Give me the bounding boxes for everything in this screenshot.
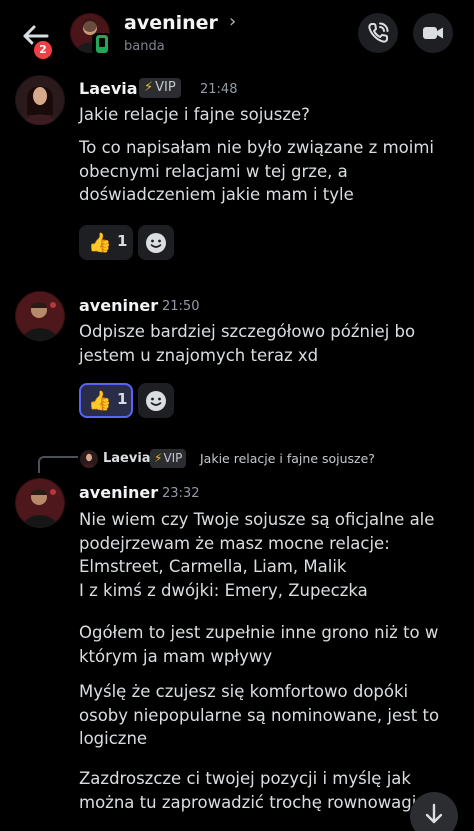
channel-title[interactable]: aveniner <box>124 12 218 34</box>
message-text: Zazdroszcze ci twojej pozycji i myślę ja… <box>79 769 417 812</box>
reply-connector <box>38 456 78 473</box>
vip-badge-label: VIP <box>155 80 176 95</box>
emoji-smile-icon <box>146 391 166 411</box>
message-author[interactable]: aveniner <box>79 483 158 502</box>
message-text: Ogółem to jest zupełnie inne grono niż t… <box>79 623 439 666</box>
chat-header: 2 aveniner › banda <box>0 0 474 70</box>
reply-vip-badge: ⚡VIP <box>150 449 187 468</box>
thumbs-up-icon: 👍 <box>88 390 112 412</box>
reaction-button-selected[interactable]: 👍 1 <box>79 383 133 418</box>
message-text: Jakie relacje i fajne sojusze? <box>79 105 310 124</box>
reaction-count: 1 <box>117 390 128 408</box>
phone-call-icon <box>368 22 389 43</box>
message-avatar[interactable] <box>15 291 65 341</box>
emoji-smile-icon <box>146 233 166 253</box>
message-timestamp: 21:48 <box>200 82 238 97</box>
message-timestamp: 21:50 <box>162 299 200 314</box>
thumbs-up-icon: 👍 <box>88 232 112 254</box>
reply-author[interactable]: Laevia <box>103 451 151 466</box>
arrow-down-icon <box>425 803 443 824</box>
lightning-icon: ⚡ <box>154 451 163 465</box>
add-reaction-button[interactable] <box>138 383 174 418</box>
message-text: To co napisałam nie było związane z moim… <box>79 138 434 204</box>
vip-badge: ⚡ VIP <box>139 78 181 98</box>
reply-vip-label: VIP <box>163 451 183 465</box>
dm-chat-screen: 2 aveniner › banda Laevia ⚡ VIP 21:48 Ja… <box>0 0 474 831</box>
add-reaction-button[interactable] <box>138 225 174 260</box>
message-avatar[interactable] <box>15 478 65 528</box>
message-text: Myślę że czujesz się komfortowo dopóki o… <box>79 682 440 748</box>
reaction-count: 1 <box>117 232 128 250</box>
reaction-button[interactable]: 👍 1 <box>79 225 133 260</box>
message-timestamp: 23:32 <box>162 486 200 501</box>
channel-subtitle: banda <box>124 39 165 54</box>
message-author[interactable]: aveniner <box>79 296 158 315</box>
message-text: Odpisze bardziej szczegółowo później bo … <box>79 322 416 365</box>
video-camera-icon <box>423 27 443 39</box>
lightning-icon: ⚡ <box>144 80 154 95</box>
reply-preview-text[interactable]: Jakie relacje i fajne sojusze? <box>200 451 375 466</box>
mobile-status-icon <box>92 33 112 55</box>
message-author[interactable]: Laevia <box>79 79 138 98</box>
message-text: Nie wiem czy Twoje sojusze są oficjalne … <box>79 510 435 600</box>
chevron-right-icon: › <box>229 11 237 32</box>
reply-avatar[interactable] <box>80 450 98 468</box>
voice-call-button[interactable] <box>358 13 398 53</box>
unread-count-badge: 2 <box>31 38 55 62</box>
message-avatar[interactable] <box>15 75 65 125</box>
header-title-group[interactable]: aveniner › <box>124 11 237 38</box>
video-call-button[interactable] <box>413 13 453 53</box>
